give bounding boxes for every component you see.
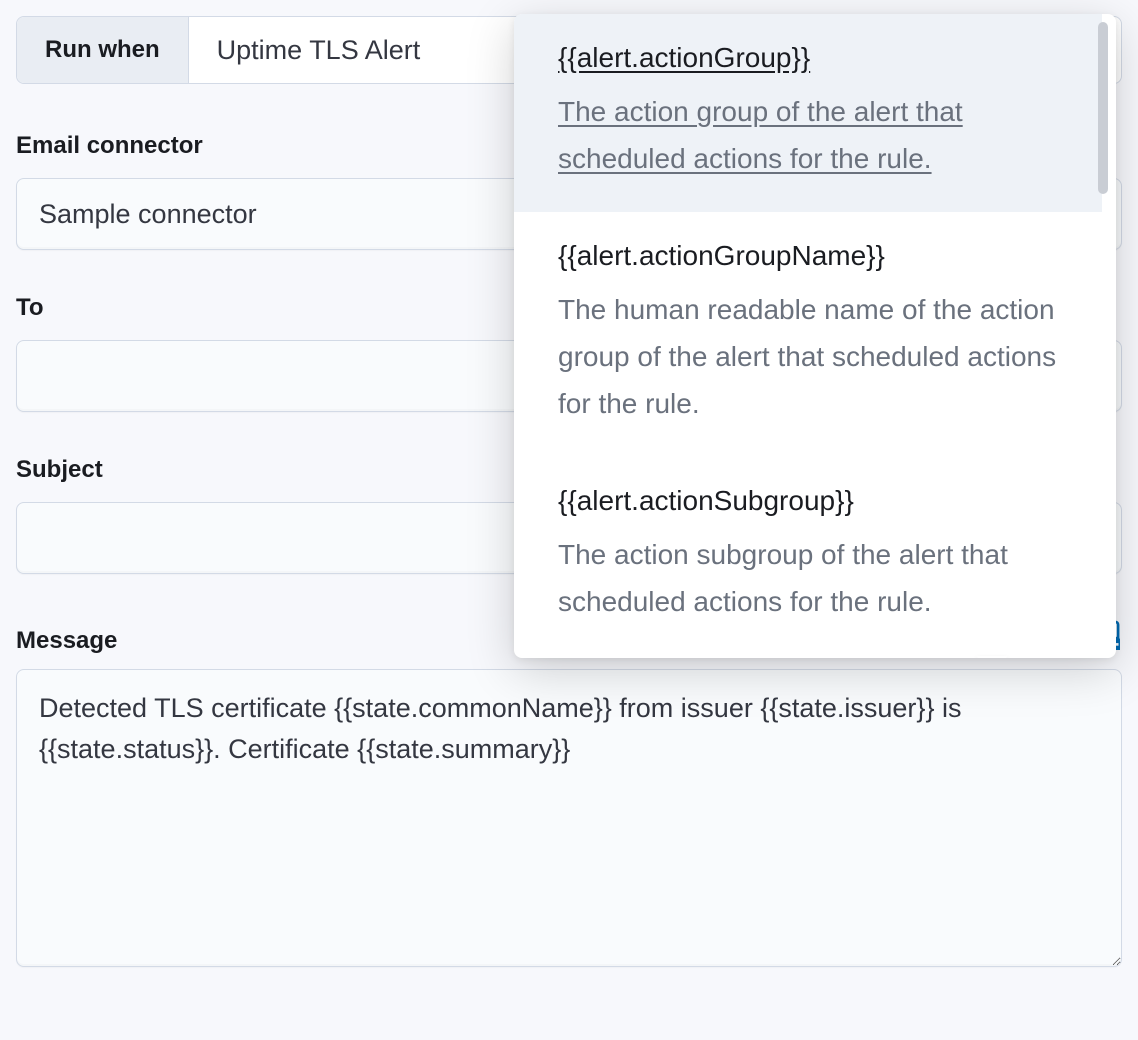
variable-name: {{alert.actionSubgroup}} — [558, 485, 1066, 517]
variable-suggestion-item[interactable]: {{alert.actionSubgroup}} The action subg… — [514, 457, 1102, 655]
email-connector-value: Sample connector — [39, 199, 257, 230]
variable-suggestion-item[interactable]: {{alert.actionGroup}} The action group o… — [514, 14, 1102, 212]
variable-description: The action group of the alert that sched… — [558, 88, 1066, 182]
message-label: Message — [16, 627, 117, 655]
variable-description: The action subgroup of the alert that sc… — [558, 531, 1066, 625]
variable-suggestion-item[interactable]: {{alert.actionGroupName}} The human read… — [514, 212, 1102, 457]
variable-name: {{alert.actionGroup}} — [558, 42, 1066, 74]
popover-arrow — [976, 656, 1008, 658]
variable-description: The human readable name of the action gr… — [558, 286, 1066, 427]
popover-scrollbar[interactable] — [1098, 22, 1108, 194]
variable-suggestions-popover: {{alert.actionGroup}} The action group o… — [514, 14, 1116, 658]
run-when-label: Run when — [17, 17, 189, 83]
variable-name: {{alert.actionGroupName}} — [558, 240, 1066, 272]
message-textarea[interactable] — [16, 669, 1122, 967]
